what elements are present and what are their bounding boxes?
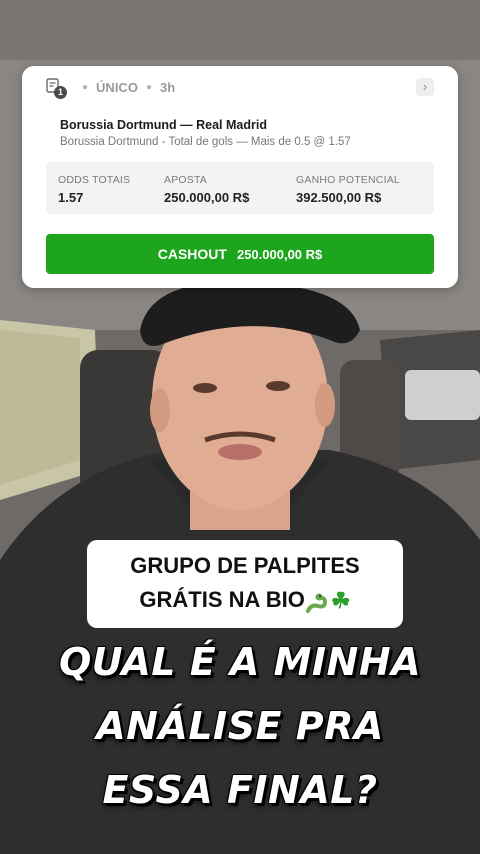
market-description: Borussia Dortmund - Total de gols — Mais… bbox=[60, 136, 351, 148]
bet-type-label: ÚNICO bbox=[96, 79, 138, 95]
headline-line-3: ESSA FINAL? bbox=[102, 768, 378, 812]
payout-stat: GANHO POTENCIAL 392.500,00 R$ bbox=[296, 174, 400, 205]
promo-caption: GRUPO DE PALPITES GRÁTIS NA BIO ☘ bbox=[87, 540, 403, 628]
payout-label: GANHO POTENCIAL bbox=[296, 174, 400, 186]
promo-line-1: GRUPO DE PALPITES bbox=[130, 553, 360, 578]
odds-stat: ODDS TOTAIS 1.57 bbox=[58, 174, 130, 205]
chevron-right-icon[interactable]: › bbox=[416, 78, 434, 96]
bet-card-header: 1 ● ÚNICO ● 3h bbox=[46, 78, 176, 99]
snake-emoji-icon bbox=[305, 590, 331, 614]
stake-value: 250.000,00 R$ bbox=[164, 190, 250, 205]
cashout-label: CASHOUT bbox=[157, 246, 227, 262]
cashout-amount: 250.000,00 R$ bbox=[236, 246, 323, 262]
bet-count-badge: 1 bbox=[54, 86, 67, 99]
promo-line-2-wrap: GRÁTIS NA BIO ☘ bbox=[87, 583, 403, 618]
separator-dot: ● bbox=[145, 81, 152, 93]
cashout-button[interactable]: CASHOUT 250.000,00 R$ bbox=[46, 234, 434, 274]
odds-value: 1.57 bbox=[58, 190, 84, 205]
separator-dot: ● bbox=[82, 81, 89, 93]
clover-emoji-icon: ☘ bbox=[330, 588, 351, 614]
stake-stat: APOSTA 250.000,00 R$ bbox=[164, 174, 249, 205]
bet-stats-panel: ODDS TOTAIS 1.57 APOSTA 250.000,00 R$ GA… bbox=[46, 162, 434, 214]
bet-time-ago: 3h bbox=[159, 79, 176, 95]
bet-slip-icon: 1 bbox=[46, 78, 67, 99]
match-title: Borussia Dortmund — Real Madrid bbox=[60, 118, 267, 132]
payout-value: 392.500,00 R$ bbox=[296, 190, 382, 205]
headline-line-2: ANÁLISE PRA bbox=[96, 704, 384, 748]
bet-card[interactable]: 1 ● ÚNICO ● 3h › Borussia Dortmund — Rea… bbox=[22, 66, 458, 288]
promo-line-2: GRÁTIS NA BIO bbox=[139, 587, 305, 612]
stake-label: APOSTA bbox=[164, 174, 208, 186]
headline-line-1: QUAL É A MINHA bbox=[58, 640, 422, 684]
odds-label: ODDS TOTAIS bbox=[58, 174, 131, 186]
